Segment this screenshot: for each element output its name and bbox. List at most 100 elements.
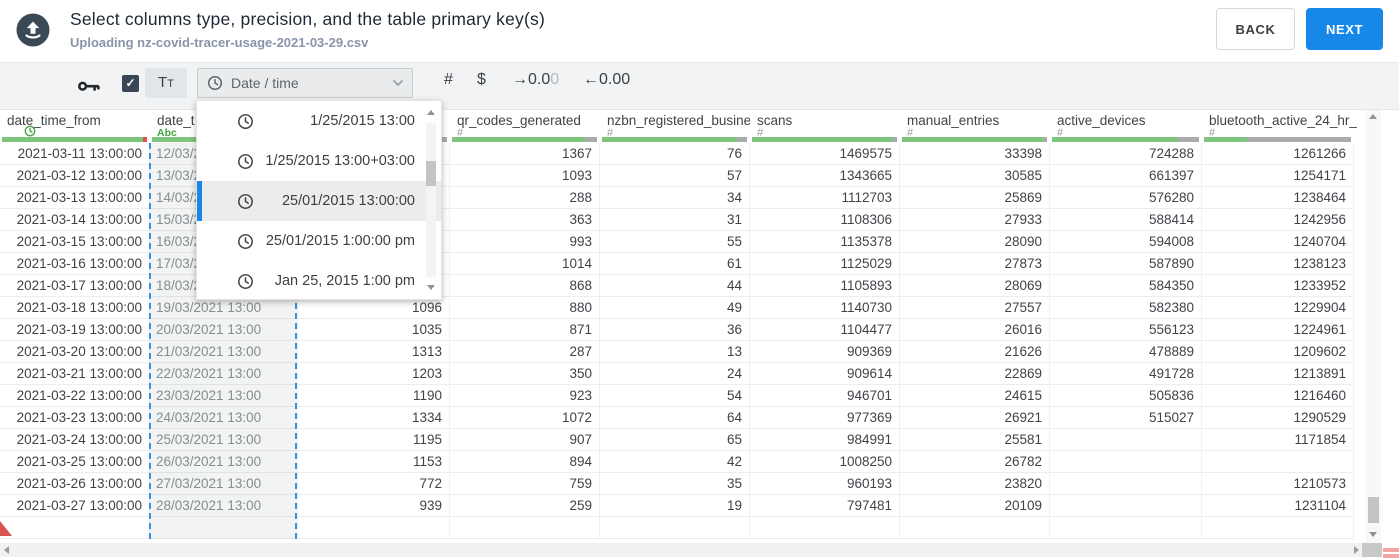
upload-icon [16, 13, 50, 47]
table-cell: 76 [600, 143, 750, 165]
table-cell: 1014 [450, 253, 600, 275]
table-cell: 20109 [900, 495, 1050, 517]
table-cell: 868 [450, 275, 600, 297]
table-cell: 1171854 [1202, 429, 1354, 451]
format-option[interactable]: 1/25/2015 13:00 [197, 101, 441, 141]
table-cell: 2021-03-18 13:00:00 [0, 297, 150, 319]
table-cell: 2021-03-17 13:00:00 [0, 275, 150, 297]
number-type-button[interactable]: # [444, 71, 453, 89]
decimal-increase-button[interactable]: →0.00 [512, 71, 559, 89]
dropdown-scrollbar[interactable] [424, 101, 438, 299]
table-cell: 25581 [900, 429, 1050, 451]
table-cell: 363 [450, 209, 600, 231]
vertical-scrollbar[interactable] [1366, 110, 1381, 543]
table-cell: 594008 [1050, 231, 1202, 253]
table-cell: 1210573 [1202, 473, 1354, 495]
table-cell: 1213891 [1202, 363, 1354, 385]
quality-bar [452, 137, 597, 142]
table-cell: 2021-03-14 13:00:00 [0, 209, 150, 231]
quality-bar [602, 137, 747, 142]
table-cell: 33398 [900, 143, 1050, 165]
table-cell [298, 517, 450, 539]
currency-type-button[interactable]: $ [477, 71, 486, 89]
table-cell: 26921 [900, 407, 1050, 429]
table-cell: 65 [600, 429, 750, 451]
format-option[interactable]: 1/25/2015 13:00+03:00 [197, 141, 441, 181]
scroll-right-icon[interactable] [1354, 546, 1359, 554]
table-cell: 478889 [1050, 341, 1202, 363]
table-cell: 2021-03-22 13:00:00 [0, 385, 150, 407]
table-cell: 894 [450, 451, 600, 473]
include-column-checkbox[interactable]: ✓ [122, 75, 139, 92]
column-name: scans [757, 113, 793, 128]
table-cell: 1112703 [750, 187, 900, 209]
table-cell: 491728 [1050, 363, 1202, 385]
table-cell: 2021-03-25 13:00:00 [0, 451, 150, 473]
horizontal-scrollbar-thumb[interactable] [1362, 543, 1382, 557]
table-cell [1050, 429, 1202, 451]
table-cell: 1224961 [1202, 319, 1354, 341]
format-dropdown: 1/25/2015 13:00 1/25/2015 13:00+03:00 25… [196, 100, 442, 300]
table-cell: 287 [450, 341, 600, 363]
scroll-left-icon[interactable] [4, 546, 9, 554]
column-name: nzbn_registered_busine [607, 113, 752, 128]
table-cell: 1469575 [750, 143, 900, 165]
table-cell: 1190 [298, 385, 450, 407]
table-cell: 35 [600, 473, 750, 495]
table-cell: 1233952 [1202, 275, 1354, 297]
table-cell: 2021-03-26 13:00:00 [0, 473, 150, 495]
table-cell: 797481 [750, 495, 900, 517]
scroll-up-icon[interactable] [427, 110, 435, 115]
column-name: manual_entries [907, 113, 1000, 128]
table-cell: 1242956 [1202, 209, 1354, 231]
table-cell: 1153 [298, 451, 450, 473]
table-cell [1050, 517, 1202, 539]
primary-key-icon[interactable] [77, 79, 101, 94]
quality-bar [2, 137, 147, 142]
table-cell: 1135378 [750, 231, 900, 253]
dropdown-scrollbar-track[interactable] [426, 123, 436, 277]
table-cell: 27933 [900, 209, 1050, 231]
table-cell: 24615 [900, 385, 1050, 407]
table-cell: 54 [600, 385, 750, 407]
table-cell: 2021-03-15 13:00:00 [0, 231, 150, 253]
column-type-select[interactable]: Date / time [197, 68, 413, 98]
quality-bar [1052, 137, 1199, 142]
vertical-scrollbar-thumb[interactable] [1368, 497, 1379, 523]
table-cell: 1261266 [1202, 143, 1354, 165]
table-cell: 64 [600, 407, 750, 429]
scroll-up-icon[interactable] [1369, 114, 1377, 119]
decimal-decrease-button[interactable]: ←0.00 [583, 71, 630, 89]
page-header: Select columns type, precision, and the … [0, 0, 1399, 62]
chevron-down-icon [392, 79, 404, 87]
table-cell: 1229904 [1202, 297, 1354, 319]
table-cell: 923 [450, 385, 600, 407]
table-cell [1050, 473, 1202, 495]
text-type-button[interactable]: TT [145, 68, 187, 98]
column-name: active_devices [1057, 113, 1146, 128]
table-cell: 977369 [750, 407, 900, 429]
table-cell: 584350 [1050, 275, 1202, 297]
table-cell: 909369 [750, 341, 900, 363]
table-cell: 1203 [298, 363, 450, 385]
table-cell: 36 [600, 319, 750, 341]
scroll-down-icon[interactable] [1369, 532, 1377, 537]
table-cell [750, 517, 900, 539]
horizontal-scrollbar[interactable] [0, 543, 1382, 557]
column-name: date_time_from [7, 113, 101, 128]
table-cell: 19 [600, 495, 750, 517]
format-option-selected[interactable]: 25/01/2015 13:00:00 [197, 181, 441, 221]
table-cell: 1290529 [1202, 407, 1354, 429]
format-option[interactable]: 25/01/2015 1:00:00 pm [197, 221, 441, 261]
back-button[interactable]: BACK [1216, 8, 1295, 50]
table-cell: 24 [600, 363, 750, 385]
table-cell: 28069 [900, 275, 1050, 297]
scroll-down-icon[interactable] [427, 285, 435, 290]
table-cell [1050, 495, 1202, 517]
next-button[interactable]: NEXT [1306, 8, 1383, 50]
column-type-value: Date / time [231, 75, 299, 91]
table-cell: 1008250 [750, 451, 900, 473]
format-option[interactable]: Jan 25, 2015 1:00 pm [197, 261, 441, 301]
dropdown-scrollbar-thumb[interactable] [426, 161, 436, 186]
table-cell: 26016 [900, 319, 1050, 341]
